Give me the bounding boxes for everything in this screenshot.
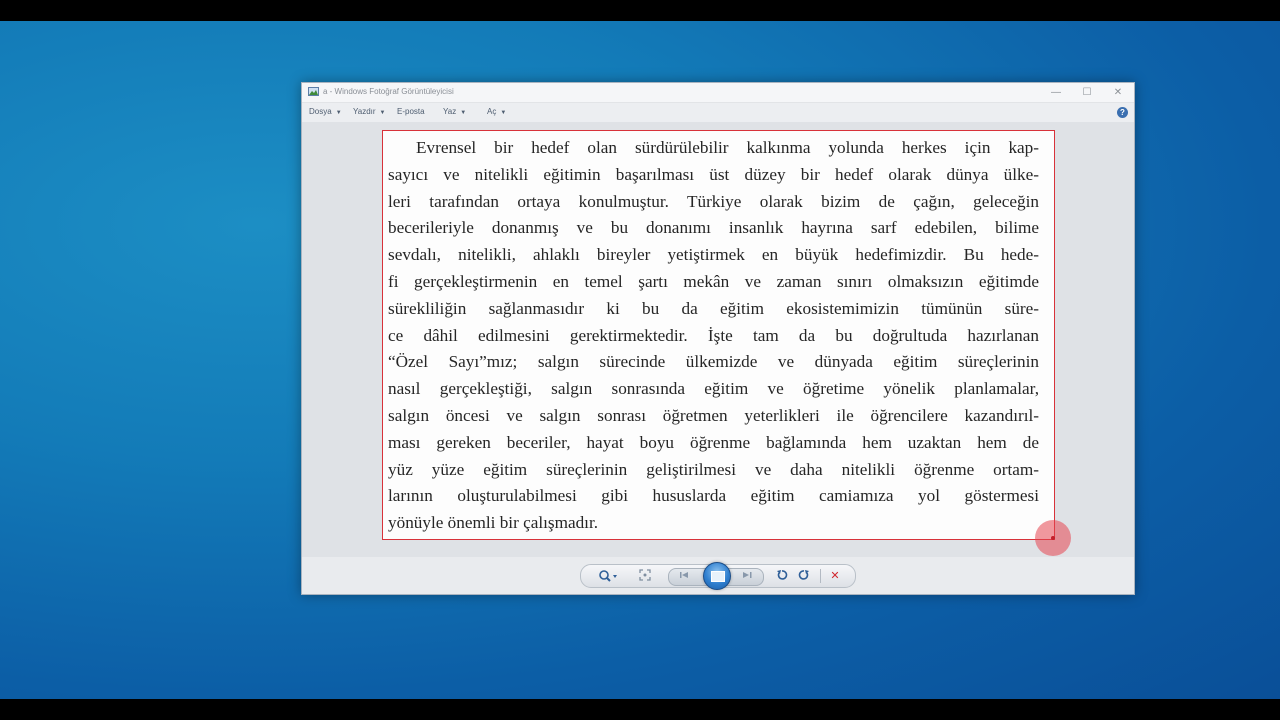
- menu-open[interactable]: Aç ▼: [487, 107, 506, 116]
- text-line: ması gereken beceriler, hayat boyu öğren…: [388, 432, 1039, 452]
- delete-icon[interactable]: ✕: [827, 569, 843, 583]
- previous-icon[interactable]: [677, 570, 695, 584]
- text-line: “Özel Sayı”mız; salgın sürecinde ülkemiz…: [388, 352, 1039, 372]
- cursor-click-indicator: [1035, 520, 1071, 556]
- text-line: fi gerçekleştirmenin en temel şartı mekâ…: [388, 271, 1039, 291]
- window-title: a - Windows Fotoğraf Görüntüleyicisi: [323, 87, 454, 96]
- text-line: nasıl gerçekleştiği, salgın sonrasında e…: [388, 379, 1039, 399]
- menu-burn-label: Yaz: [443, 107, 457, 116]
- maximize-button[interactable]: ☐: [1073, 85, 1101, 100]
- minimize-button[interactable]: —: [1042, 85, 1070, 100]
- magnifier-icon[interactable]: [597, 569, 621, 583]
- letterbox-bottom: [0, 699, 1280, 720]
- text-line: leri tarafından ortaya konulmuştur. Türk…: [388, 191, 1039, 211]
- menu-open-label: Aç: [487, 107, 497, 116]
- text-line: salgın öncesi ve salgın sonrası öğretmen…: [388, 405, 1039, 425]
- menu-email-label: E-posta: [397, 107, 425, 116]
- actual-size-icon[interactable]: [637, 569, 653, 583]
- menu-bar: Dosya ▼ Yazdır ▼ E-posta Yaz ▼ Aç ▼ ?: [302, 103, 1134, 123]
- close-button[interactable]: ✕: [1104, 85, 1132, 100]
- menu-file-label: Dosya: [309, 107, 332, 116]
- app-icon: [308, 87, 319, 96]
- image-viewport[interactable]: Evrensel bir hedef olan sürdürülebilir k…: [302, 123, 1134, 557]
- chevron-down-icon: ▼: [335, 110, 342, 116]
- text-line: larının oluşturulabilmesi gibi hususlard…: [388, 486, 1039, 506]
- text-line: Evrensel bir hedef olan sürdürülebilir k…: [416, 138, 1039, 157]
- photo-text: Evrensel bir hedef olan sürdürülebilir k…: [388, 135, 1039, 537]
- help-icon[interactable]: ?: [1117, 107, 1128, 118]
- text-line: sürekliliğin sağlanmasıdır ki bu da eğit…: [388, 298, 1039, 318]
- desktop-background: a - Windows Fotoğraf Görüntüleyicisi — ☐…: [0, 21, 1280, 699]
- menu-burn[interactable]: Yaz ▼: [443, 107, 466, 116]
- text-line: yüz yüze eğitim süreçlerinin geliştirilm…: [388, 459, 1039, 479]
- rotate-left-icon[interactable]: [775, 569, 789, 583]
- menu-print-label: Yazdır: [353, 107, 376, 116]
- title-bar[interactable]: a - Windows Fotoğraf Görüntüleyicisi — ☐…: [302, 83, 1134, 103]
- displayed-photo: Evrensel bir hedef olan sürdürülebilir k…: [382, 130, 1055, 540]
- photo-viewer-window: a - Windows Fotoğraf Görüntüleyicisi — ☐…: [301, 82, 1135, 595]
- next-icon[interactable]: [737, 570, 755, 584]
- text-line: yönüyle önemli bir çalışmadır.: [388, 513, 599, 533]
- menu-email[interactable]: E-posta: [397, 107, 425, 116]
- text-line: ce dâhil edilmesini gerektirmektedir. İş…: [388, 325, 1039, 345]
- chevron-down-icon: ▼: [460, 110, 467, 116]
- rotate-right-icon[interactable]: [797, 569, 811, 583]
- cursor-dot: [1051, 536, 1055, 540]
- menu-file[interactable]: Dosya ▼: [309, 107, 342, 116]
- text-line: becerileriyle donanmış ve bu donanımı in…: [388, 218, 1039, 238]
- text-line: sevdalı, nitelikli, ahlaklı bireyler yet…: [388, 245, 1039, 265]
- slideshow-button[interactable]: [703, 562, 731, 590]
- text-line: sayıcı ve nitelikli eğitimin başarılması…: [388, 164, 1039, 184]
- playback-controls: ✕: [580, 562, 856, 590]
- toolbar-separator: [820, 569, 821, 583]
- slideshow-icon: [711, 571, 725, 582]
- menu-print[interactable]: Yazdır ▼: [353, 107, 385, 116]
- chevron-down-icon: ▼: [500, 110, 507, 116]
- chevron-down-icon: ▼: [379, 110, 386, 116]
- bottom-toolbar: ✕: [302, 558, 1134, 594]
